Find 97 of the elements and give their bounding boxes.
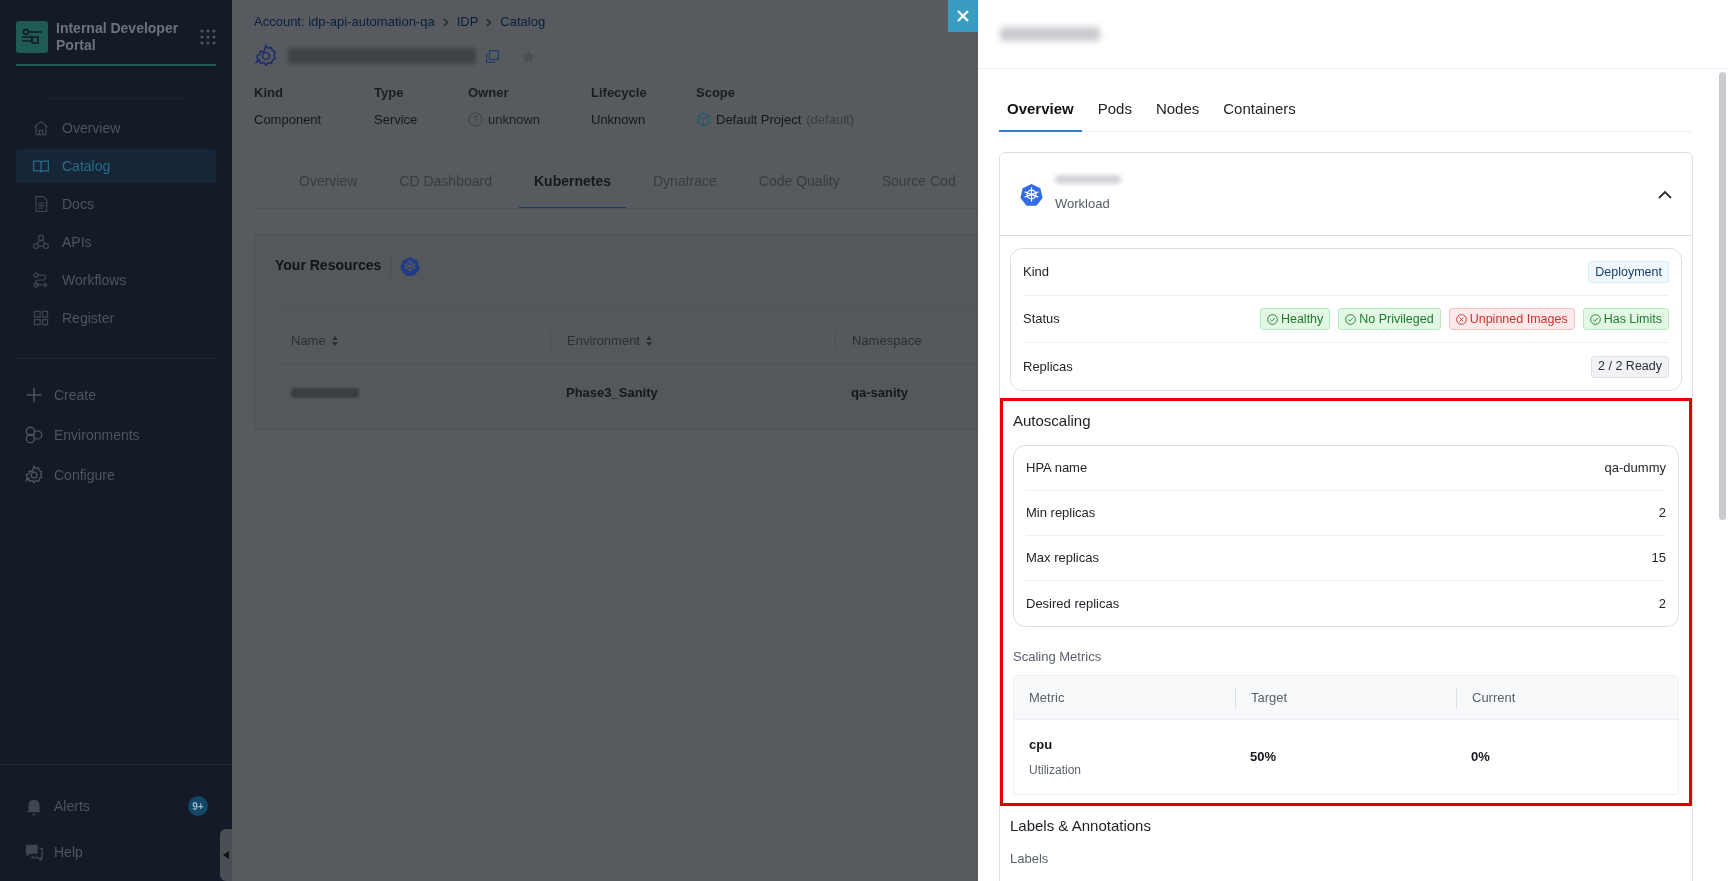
grid-icon (32, 309, 50, 327)
field-label: Min replicas (1026, 504, 1096, 523)
caret-left-icon (223, 851, 229, 859)
circles-icon (24, 425, 44, 445)
collapse-handle[interactable] (220, 829, 232, 881)
nav-item[interactable]: Register (16, 301, 216, 335)
column-header: Current (1456, 687, 1677, 708)
alert-count-badge: 9+ (188, 796, 208, 816)
status-tag: 2 / 2 Ready (1591, 355, 1669, 378)
field-value: unknown (488, 110, 541, 129)
tab[interactable]: Containers (1215, 89, 1304, 132)
breadcrumb-link[interactable]: Account: idp-api-automation-qa (254, 12, 435, 32)
close-button[interactable] (948, 0, 978, 32)
tab[interactable]: Nodes (1147, 89, 1208, 132)
app-grid-icon[interactable] (200, 29, 216, 45)
breadcrumb-link[interactable]: IDP (456, 12, 479, 32)
field-value: Default Project (716, 110, 802, 129)
status-tag: Deployment (1588, 261, 1669, 283)
column-header: Metric (1028, 688, 1066, 707)
table-cell-text: 50% (1249, 748, 1278, 767)
field-label: Max replicas (1026, 549, 1099, 568)
field-label: Kind (1023, 263, 1050, 282)
nav-item[interactable]: Overview (16, 111, 216, 145)
table-cell-text: Phase3_Sanity (565, 384, 659, 403)
plus-icon (24, 385, 44, 405)
webhook-icon (32, 233, 50, 251)
workload-subtitle: Workload (1055, 194, 1111, 213)
chevron-up-icon[interactable] (1658, 189, 1672, 199)
brand-name: Internal Developer Portal (56, 20, 180, 54)
home-icon (32, 119, 50, 137)
table-cell-text: Utilization (1029, 762, 1083, 780)
field-label: Status (1023, 310, 1060, 329)
x-circle-icon (1455, 313, 1467, 325)
section-subtitle: Scaling Metrics (1013, 648, 1103, 665)
redacted-text (1055, 174, 1121, 184)
field-value: 15 (1651, 549, 1666, 568)
table-cell-text: 0% (1470, 748, 1491, 767)
flow-icon (32, 271, 50, 289)
kubernetes-icon (400, 255, 421, 276)
tab[interactable]: Kubernetes (518, 156, 626, 208)
field-value: qa-dummy (1604, 459, 1666, 478)
sort-icon (331, 335, 338, 346)
nav-item[interactable]: Help (0, 835, 218, 869)
field-value: Component (254, 110, 322, 129)
cube-icon (696, 112, 711, 127)
field-label: Replicas (1023, 357, 1073, 376)
status-tag: Unpinned Images (1448, 308, 1575, 330)
field-label: Desired replicas (1026, 594, 1120, 613)
breadcrumb-link[interactable]: Catalog (500, 12, 546, 32)
table-cell-text: qa-sanity (850, 384, 910, 403)
copy-icon[interactable] (486, 49, 499, 63)
check-circle-icon (1589, 313, 1601, 325)
redacted-text (291, 388, 359, 398)
nav-item[interactable]: Workflows (16, 263, 216, 297)
card-title: Your Resources (275, 255, 392, 276)
field-label: Lifecycle (591, 84, 648, 102)
help-chat-icon (24, 842, 44, 862)
logo-icon (16, 21, 48, 53)
nav-item[interactable]: Docs (16, 187, 216, 221)
nav-item[interactable]: Catalog (16, 149, 216, 183)
field-value: Service (374, 110, 418, 129)
help-circle-icon (468, 112, 483, 127)
field-label: Type (374, 84, 405, 102)
settings-icon (254, 44, 278, 68)
column-header: Target (1235, 687, 1456, 708)
close-icon (956, 9, 970, 23)
field-label: HPA name (1026, 459, 1088, 478)
book-icon (32, 157, 50, 175)
nav-item[interactable]: Configure (16, 457, 216, 493)
chevron-right-icon (486, 17, 493, 27)
tab[interactable]: Overview (999, 89, 1082, 132)
section-title: Labels & Annotations (1010, 816, 1152, 836)
scrollbar[interactable] (1719, 72, 1726, 520)
field-value: Unknown (591, 110, 646, 129)
sort-icon (646, 335, 652, 346)
table-cell-text: cpu (1029, 735, 1054, 754)
field-label: Scope (696, 84, 736, 102)
chevron-right-icon (442, 17, 449, 27)
status-tag: Healthy (1259, 308, 1331, 330)
field-value: 2 (1658, 594, 1666, 613)
section-subtitle: Labels (1010, 849, 1050, 868)
nav-item[interactable]: APIs (16, 225, 216, 259)
nav-item[interactable]: Create (16, 377, 216, 413)
check-circle-icon (1266, 313, 1278, 325)
field-value: 2 (1658, 504, 1666, 523)
status-tag: Has Limits (1582, 308, 1669, 330)
check-circle-icon (1345, 313, 1357, 325)
field-label: Kind (254, 84, 284, 102)
field-label: Owner (468, 84, 510, 102)
section-title: Autoscaling (1013, 411, 1092, 431)
nav-item[interactable]: Environments (16, 417, 216, 453)
nav-item[interactable]: Alerts 9+ (0, 789, 218, 823)
status-tag: No Privileged (1338, 308, 1441, 330)
document-icon (32, 195, 50, 213)
settings-icon (24, 465, 44, 485)
kubernetes-icon (1020, 182, 1043, 206)
tab[interactable]: Pods (1089, 89, 1140, 132)
